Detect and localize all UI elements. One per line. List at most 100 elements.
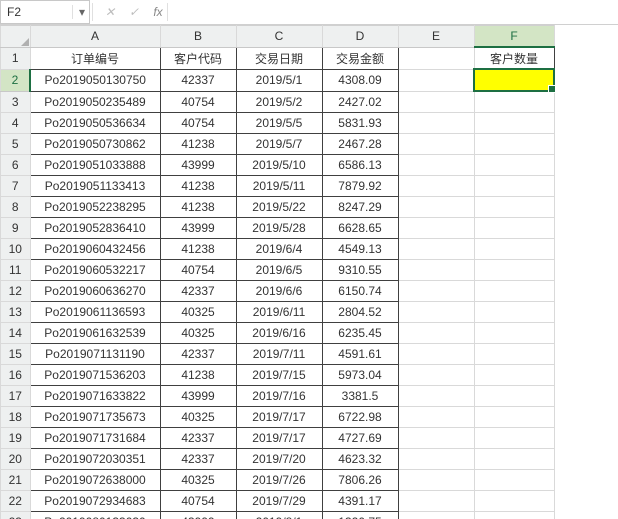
cell-A18[interactable]: Po2019071735673 xyxy=(30,407,160,428)
cell-C8[interactable]: 2019/5/22 xyxy=(236,197,322,218)
cell-E23[interactable] xyxy=(398,512,474,519)
cell-C14[interactable]: 2019/6/16 xyxy=(236,323,322,344)
cell-E8[interactable] xyxy=(398,197,474,218)
cell-A7[interactable]: Po2019051133413 xyxy=(30,176,160,197)
cell-B16[interactable]: 41238 xyxy=(160,365,236,386)
cell-A12[interactable]: Po2019060636270 xyxy=(30,281,160,302)
cell-A6[interactable]: Po2019051033888 xyxy=(30,155,160,176)
cell-C23[interactable]: 2019/8/1 xyxy=(236,512,322,519)
cell-B12[interactable]: 42337 xyxy=(160,281,236,302)
fx-icon[interactable]: fx xyxy=(151,5,165,19)
cell-C21[interactable]: 2019/7/26 xyxy=(236,470,322,491)
cell-A16[interactable]: Po2019071536203 xyxy=(30,365,160,386)
cell-B23[interactable]: 43999 xyxy=(160,512,236,519)
cell-D1[interactable]: 交易金额 xyxy=(322,47,398,69)
cell-F6[interactable] xyxy=(474,155,554,176)
row-header-11[interactable]: 11 xyxy=(1,260,31,281)
row-header-3[interactable]: 3 xyxy=(1,91,31,113)
cell-F4[interactable] xyxy=(474,113,554,134)
cell-C20[interactable]: 2019/7/20 xyxy=(236,449,322,470)
row-header-1[interactable]: 1 xyxy=(1,47,31,69)
cell-B5[interactable]: 41238 xyxy=(160,134,236,155)
col-header-E[interactable]: E xyxy=(398,26,474,48)
cell-C18[interactable]: 2019/7/17 xyxy=(236,407,322,428)
cell-C6[interactable]: 2019/5/10 xyxy=(236,155,322,176)
col-header-A[interactable]: A xyxy=(30,26,160,48)
cell-D3[interactable]: 2427.02 xyxy=(322,91,398,113)
cell-C22[interactable]: 2019/7/29 xyxy=(236,491,322,512)
row-header-21[interactable]: 21 xyxy=(1,470,31,491)
cell-D13[interactable]: 2804.52 xyxy=(322,302,398,323)
cell-C1[interactable]: 交易日期 xyxy=(236,47,322,69)
cell-C9[interactable]: 2019/5/28 xyxy=(236,218,322,239)
cell-A20[interactable]: Po2019072030351 xyxy=(30,449,160,470)
cell-F16[interactable] xyxy=(474,365,554,386)
cell-C13[interactable]: 2019/6/11 xyxy=(236,302,322,323)
cell-A17[interactable]: Po2019071633822 xyxy=(30,386,160,407)
cell-E20[interactable] xyxy=(398,449,474,470)
cell-D21[interactable]: 7806.26 xyxy=(322,470,398,491)
cell-F10[interactable] xyxy=(474,239,554,260)
cell-D2[interactable]: 4308.09 xyxy=(322,69,398,91)
row-header-20[interactable]: 20 xyxy=(1,449,31,470)
cell-B17[interactable]: 43999 xyxy=(160,386,236,407)
cell-D6[interactable]: 6586.13 xyxy=(322,155,398,176)
cell-A3[interactable]: Po2019050235489 xyxy=(30,91,160,113)
cell-B9[interactable]: 43999 xyxy=(160,218,236,239)
cell-F5[interactable] xyxy=(474,134,554,155)
cell-D11[interactable]: 9310.55 xyxy=(322,260,398,281)
cell-B10[interactable]: 41238 xyxy=(160,239,236,260)
cell-B8[interactable]: 41238 xyxy=(160,197,236,218)
cell-C5[interactable]: 2019/5/7 xyxy=(236,134,322,155)
row-header-13[interactable]: 13 xyxy=(1,302,31,323)
cell-B6[interactable]: 43999 xyxy=(160,155,236,176)
row-header-18[interactable]: 18 xyxy=(1,407,31,428)
row-header-12[interactable]: 12 xyxy=(1,281,31,302)
cell-E12[interactable] xyxy=(398,281,474,302)
cell-F9[interactable] xyxy=(474,218,554,239)
cell-E17[interactable] xyxy=(398,386,474,407)
cell-F18[interactable] xyxy=(474,407,554,428)
row-header-9[interactable]: 9 xyxy=(1,218,31,239)
formula-input[interactable] xyxy=(174,0,618,24)
cell-A11[interactable]: Po2019060532217 xyxy=(30,260,160,281)
cell-C15[interactable]: 2019/7/11 xyxy=(236,344,322,365)
cell-D19[interactable]: 4727.69 xyxy=(322,428,398,449)
cell-A15[interactable]: Po2019071131190 xyxy=(30,344,160,365)
cell-E6[interactable] xyxy=(398,155,474,176)
cell-E9[interactable] xyxy=(398,218,474,239)
cell-C3[interactable]: 2019/5/2 xyxy=(236,91,322,113)
cell-F15[interactable] xyxy=(474,344,554,365)
col-header-D[interactable]: D xyxy=(322,26,398,48)
cell-F23[interactable] xyxy=(474,512,554,519)
row-header-2[interactable]: 2 xyxy=(1,69,31,91)
cell-F19[interactable] xyxy=(474,428,554,449)
cell-E11[interactable] xyxy=(398,260,474,281)
cell-E7[interactable] xyxy=(398,176,474,197)
row-header-16[interactable]: 16 xyxy=(1,365,31,386)
row-header-10[interactable]: 10 xyxy=(1,239,31,260)
cell-F2[interactable] xyxy=(474,69,554,91)
cell-E10[interactable] xyxy=(398,239,474,260)
cell-E22[interactable] xyxy=(398,491,474,512)
cell-B13[interactable]: 40325 xyxy=(160,302,236,323)
row-header-23[interactable]: 23 xyxy=(1,512,31,519)
cell-E13[interactable] xyxy=(398,302,474,323)
cell-A9[interactable]: Po2019052836410 xyxy=(30,218,160,239)
row-header-19[interactable]: 19 xyxy=(1,428,31,449)
cell-C17[interactable]: 2019/7/16 xyxy=(236,386,322,407)
cell-E4[interactable] xyxy=(398,113,474,134)
cell-A19[interactable]: Po2019071731684 xyxy=(30,428,160,449)
cell-B2[interactable]: 42337 xyxy=(160,69,236,91)
cell-E19[interactable] xyxy=(398,428,474,449)
select-all-corner[interactable] xyxy=(1,26,31,48)
cell-C19[interactable]: 2019/7/17 xyxy=(236,428,322,449)
cell-E2[interactable] xyxy=(398,69,474,91)
cell-D5[interactable]: 2467.28 xyxy=(322,134,398,155)
cell-D4[interactable]: 5831.93 xyxy=(322,113,398,134)
cell-F14[interactable] xyxy=(474,323,554,344)
cell-A8[interactable]: Po2019052238295 xyxy=(30,197,160,218)
col-header-B[interactable]: B xyxy=(160,26,236,48)
cell-B19[interactable]: 42337 xyxy=(160,428,236,449)
cell-E16[interactable] xyxy=(398,365,474,386)
